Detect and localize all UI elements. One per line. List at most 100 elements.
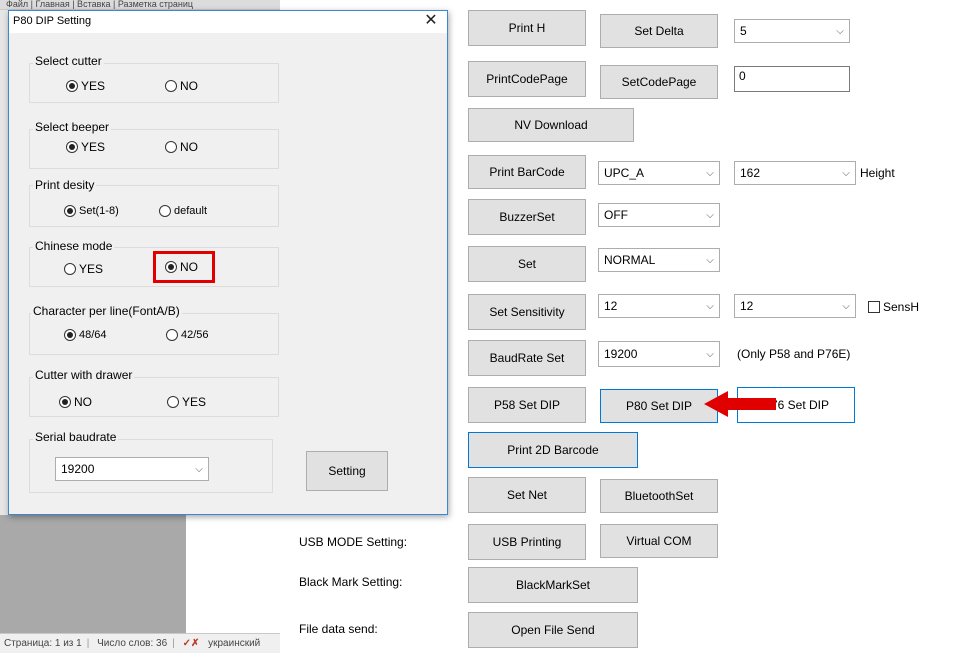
serial-baudrate-value: 19200 <box>61 462 95 476</box>
buzzer-select[interactable]: OFF ⌵ <box>598 203 720 227</box>
buzzer-value: OFF <box>604 208 628 222</box>
word-page <box>186 515 280 633</box>
print-h-button[interactable]: Print H <box>468 10 586 46</box>
radio-icon <box>64 263 76 275</box>
p80-dip-setting-dialog: P80 DIP Setting ✕ Select cutter YES NO S… <box>8 10 448 515</box>
char-per-line-group-title: Character per line(FontA/B) <box>31 304 182 318</box>
open-file-send-button[interactable]: Open File Send <box>468 612 638 648</box>
print-code-page-button[interactable]: PrintCodePage <box>468 61 586 97</box>
set-delta-button[interactable]: Set Delta <box>600 14 718 48</box>
virtual-com-button[interactable]: Virtual COM <box>600 524 718 558</box>
beeper-yes-radio[interactable]: YES <box>66 140 105 154</box>
sensitivity-select-2[interactable]: 12 ⌵ <box>734 294 856 318</box>
cutter-yes-radio[interactable]: YES <box>66 79 105 93</box>
radio-selected-icon <box>165 261 177 273</box>
chevron-down-icon: ⌵ <box>836 25 844 37</box>
drawer-group-title: Cutter with drawer <box>33 368 135 382</box>
cutter-group-title: Select cutter <box>33 54 104 68</box>
radio-selected-icon <box>66 80 78 92</box>
charline-42-label: 42/56 <box>181 329 209 341</box>
set-net-button[interactable]: Set Net <box>468 477 586 513</box>
status-page-count: Страница: 1 из 1 <box>4 638 82 649</box>
sensh-checkbox[interactable]: SensH <box>868 300 919 314</box>
set-mode-value: NORMAL <box>604 253 656 267</box>
print-barcode-button[interactable]: Print BarCode <box>468 155 586 189</box>
buzzer-set-button[interactable]: BuzzerSet <box>468 199 586 235</box>
radio-icon <box>166 329 178 341</box>
usb-mode-label: USB MODE Setting: <box>299 535 408 549</box>
chevron-down-icon: ⌵ <box>842 300 850 312</box>
red-arrow-annotation <box>704 391 776 417</box>
barcode-height-select[interactable]: 162 ⌵ <box>734 161 856 185</box>
sensitivity-select-1[interactable]: 12 ⌵ <box>598 294 720 318</box>
p58-set-dip-button[interactable]: P58 Set DIP <box>468 387 586 423</box>
set-button[interactable]: Set <box>468 246 586 282</box>
beeper-no-label: NO <box>180 140 198 154</box>
baudrate-value: 19200 <box>604 347 638 361</box>
serial-baudrate-select[interactable]: 19200 ⌵ <box>55 457 209 481</box>
checkbox-icon[interactable] <box>868 301 880 313</box>
radio-selected-icon <box>64 329 76 341</box>
drawer-yes-radio[interactable]: YES <box>167 395 206 409</box>
beeper-yes-label: YES <box>81 140 106 154</box>
print-2d-barcode-button[interactable]: Print 2D Barcode <box>468 432 638 468</box>
set-mode-select[interactable]: NORMAL ⌵ <box>598 248 720 272</box>
density-set-label: Set(1-8) <box>79 205 119 217</box>
drawer-no-label: NO <box>74 395 92 409</box>
radio-selected-icon <box>64 205 76 217</box>
radio-icon <box>159 205 171 217</box>
barcode-type-value: UPC_A <box>604 166 645 180</box>
bluetooth-set-button[interactable]: BluetoothSet <box>600 479 718 513</box>
drawer-yes-label: YES <box>182 395 207 409</box>
code-page-input[interactable]: 0 <box>734 66 850 92</box>
baudrate-note: (Only P58 and P76E) <box>737 347 851 361</box>
chevron-down-icon: ⌵ <box>195 463 203 475</box>
word-status-bar: Страница: 1 из 1 | Число слов: 36 | ✓✗ укр… <box>0 633 280 653</box>
sensitivity-value-1: 12 <box>604 299 618 313</box>
status-word-count: Число слов: 36 <box>97 638 168 649</box>
charline-42-radio[interactable]: 42/56 <box>166 329 209 341</box>
baudrate-set-button[interactable]: BaudRate Set <box>468 340 586 376</box>
barcode-type-select[interactable]: UPC_A ⌵ <box>598 161 720 185</box>
set-sensitivity-button[interactable]: Set Sensitivity <box>468 294 586 330</box>
cutter-no-label: NO <box>180 79 198 93</box>
status-language[interactable]: украинский <box>208 638 260 649</box>
dialog-title: P80 DIP Setting <box>13 15 92 27</box>
radio-selected-icon <box>59 396 71 408</box>
charline-48-radio[interactable]: 48/64 <box>64 329 107 341</box>
sensitivity-value-2: 12 <box>740 299 754 313</box>
sensh-label: SensH <box>883 300 920 314</box>
word-ribbon-tabs: Файл | Главная | Вставка | Разметка стра… <box>0 0 280 10</box>
setting-button[interactable]: Setting <box>306 451 388 491</box>
chevron-down-icon: ⌵ <box>706 209 714 221</box>
delta-select[interactable]: 5 ⌵ <box>734 19 850 43</box>
black-mark-set-button[interactable]: BlackMarkSet <box>468 567 638 603</box>
spellcheck-icon[interactable]: ✓✗ <box>183 638 200 649</box>
beeper-group-title: Select beeper <box>33 120 112 134</box>
chinese-mode-group-title: Chinese mode <box>33 239 115 253</box>
density-default-label: default <box>174 205 208 217</box>
chinese-yes-label: YES <box>79 262 104 276</box>
chinese-no-radio[interactable]: NO <box>153 251 215 283</box>
serial-baudrate-group-title: Serial baudrate <box>33 430 119 444</box>
chinese-yes-radio[interactable]: YES <box>64 262 103 276</box>
black-mark-label: Black Mark Setting: <box>299 575 403 589</box>
usb-printing-button[interactable]: USB Printing <box>468 524 586 560</box>
density-set-radio[interactable]: Set(1-8) <box>64 205 119 217</box>
beeper-no-radio[interactable]: NO <box>165 140 198 154</box>
radio-icon <box>167 396 179 408</box>
set-code-page-button[interactable]: SetCodePage <box>600 65 718 99</box>
chevron-down-icon: ⌵ <box>706 300 714 312</box>
chevron-down-icon: ⌵ <box>842 167 850 179</box>
p80-set-dip-button[interactable]: P80 Set DIP <box>600 389 718 423</box>
drawer-no-radio[interactable]: NO <box>59 395 92 409</box>
density-default-radio[interactable]: default <box>159 205 207 217</box>
nv-download-button[interactable]: NV Download <box>468 108 634 142</box>
baudrate-select[interactable]: 19200 ⌵ <box>598 341 720 367</box>
chevron-down-icon: ⌵ <box>706 167 714 179</box>
radio-icon <box>165 141 177 153</box>
chevron-down-icon: ⌵ <box>706 348 714 360</box>
cutter-yes-label: YES <box>81 79 106 93</box>
cutter-no-radio[interactable]: NO <box>165 79 198 93</box>
close-icon[interactable]: ✕ <box>421 12 441 32</box>
